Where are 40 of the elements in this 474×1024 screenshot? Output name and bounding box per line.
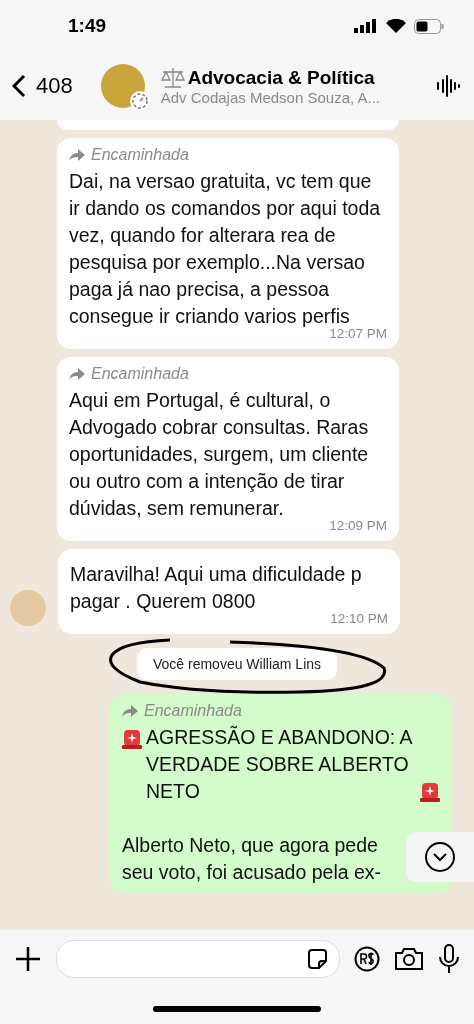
forwarded-label: Encaminhada xyxy=(144,702,242,720)
chevron-down-icon xyxy=(424,841,456,873)
status-time: 1:49 xyxy=(68,15,107,37)
scroll-down-button[interactable] xyxy=(406,832,474,882)
timer-icon xyxy=(128,90,151,112)
message-title: AGRESSÃO E ABANDONO: A VERDADE SOBRE ALBERTO NETO xyxy=(146,724,414,804)
wifi-icon xyxy=(386,19,406,33)
message-text: Maravilha! Aqui uma dificuldade p pagar . Querem 0800 xyxy=(70,562,363,614)
sticker-icon[interactable] xyxy=(305,947,329,971)
forward-arrow-icon xyxy=(69,149,85,161)
waveform-icon xyxy=(436,73,462,99)
back-button[interactable]: 408 xyxy=(12,73,73,99)
forward-arrow-icon xyxy=(122,705,138,717)
forward-arrow-icon xyxy=(69,368,85,380)
microphone-icon xyxy=(438,944,460,974)
message-text: Dai, na versao gratuita, vc tem que ir dando os comandos por aqui toda vez, quando for alterara rea de pesquisa por exemplo...Na versao paga já nao precisa, a pessoa consegue ir criando varios perfis xyxy=(69,169,382,329)
payment-button[interactable] xyxy=(354,946,380,972)
forwarded-label: Encaminhada xyxy=(91,146,189,164)
microphone-button[interactable] xyxy=(438,944,460,974)
currency-icon xyxy=(354,946,380,972)
forwarded-label: Encaminhada xyxy=(91,365,189,383)
plus-icon xyxy=(14,945,42,973)
message-text: Aqui em Portugal, é cultural, o Advogado cobrar consultas. Raras oportunidades, surgem, um cliente ou outro com a intenção de tirar dúvidas, sem remunerar. xyxy=(69,388,370,521)
battery-icon xyxy=(414,18,444,34)
camera-icon xyxy=(394,946,424,972)
message-time: 12:09 PM xyxy=(328,518,387,533)
message-time: 12:07 PM xyxy=(329,326,387,341)
siren-icon xyxy=(420,780,440,802)
message-time: 12:10 PM xyxy=(329,611,388,626)
siren-icon xyxy=(122,727,142,749)
scales-icon xyxy=(160,66,185,89)
add-button[interactable] xyxy=(14,945,42,973)
message-text: Alberto Neto, que agora pede seu voto, foi acusado pela ex- xyxy=(122,833,383,885)
system-notice: Você removeu William Lins xyxy=(136,648,338,680)
camera-button[interactable] xyxy=(394,946,424,972)
voice-call-button[interactable] xyxy=(436,73,462,99)
signal-icon xyxy=(354,19,378,33)
chat-title[interactable]: Advocacia & Política xyxy=(187,66,375,89)
message-input[interactable] xyxy=(56,940,340,978)
chevron-left-icon xyxy=(12,74,26,98)
